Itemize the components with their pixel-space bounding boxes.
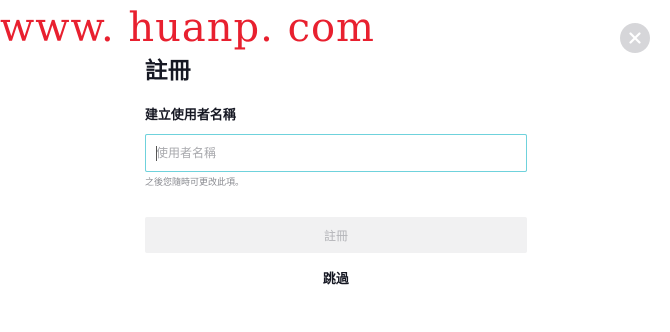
- watermark-text: www. huanp. com: [0, 5, 375, 51]
- username-label: 建立使用者名稱: [145, 108, 237, 123]
- register-button[interactable]: 註冊: [145, 217, 527, 253]
- username-input[interactable]: [146, 135, 526, 171]
- text-caret: [156, 146, 157, 161]
- dialog-title: 註冊: [145, 58, 191, 84]
- close-button[interactable]: [620, 23, 650, 53]
- close-icon: [629, 32, 641, 44]
- username-hint: 之後您隨時可更改此項。: [145, 178, 245, 188]
- skip-link[interactable]: 跳過: [145, 270, 527, 290]
- username-field-wrapper: [145, 134, 527, 172]
